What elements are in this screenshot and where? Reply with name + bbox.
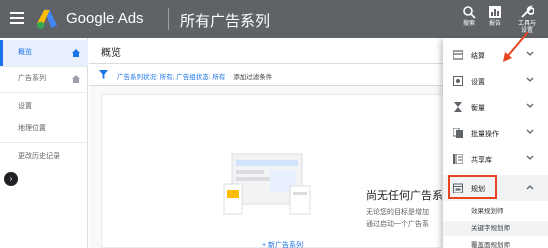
sidebar-item-label: 地理位置 [18, 125, 46, 132]
sidebar-item-locations[interactable]: 地理位置 [0, 116, 88, 142]
search-icon [463, 6, 476, 19]
tools-item-shared-library[interactable]: 共享库 [443, 146, 548, 172]
tools-dropdown-menu: 结算 设置 衡量 批量操作 共享库 规划 效果规划师 关键字规划师 覆盖面规划师 [443, 38, 548, 248]
sidebar-collapse-button[interactable]: › [4, 172, 18, 186]
planning-highlight-box [448, 175, 497, 199]
tools-item-billing[interactable]: 结算 [443, 42, 548, 68]
google-ads-logo [37, 9, 57, 29]
empty-state-title: 尚无任何广告系 [366, 190, 443, 202]
annotation-arrow-icon [503, 31, 529, 62]
chevron-down-icon [526, 155, 534, 160]
sidebar-item-change-history[interactable]: 更改历史记录 [0, 144, 88, 170]
tools-item-bulk-actions[interactable]: 批量操作 [443, 120, 548, 146]
page-title: 概览 [101, 48, 121, 59]
empty-state-description: 通过启动一个广告系 [366, 221, 429, 228]
home-icon [72, 75, 80, 83]
adgroup-status-label: 广告组状态: [176, 74, 211, 81]
tools-item-label: 批量操作 [471, 131, 499, 138]
search-button[interactable]: 搜索 [462, 5, 476, 28]
sidebar-item-campaigns[interactable]: 广告系列 [0, 66, 88, 92]
add-filter-link[interactable]: 添加过滤条件 [233, 74, 272, 81]
header-divider [168, 8, 169, 30]
chevron-right-icon: › [9, 174, 13, 183]
tools-item-label: 设置 [471, 79, 485, 86]
account-title[interactable]: 所有广告系列 [180, 10, 270, 31]
settings-icon [453, 76, 463, 86]
search-label: 搜索 [462, 21, 475, 27]
filter-chips[interactable]: 广告系列状况: 所有; 广告组状态: 所有 添加过滤条件 [117, 71, 272, 81]
campaign-status-value: 所有; [159, 74, 175, 81]
chevron-down-icon [526, 77, 534, 82]
sidebar-divider [0, 92, 88, 93]
report-icon [489, 6, 501, 18]
chevron-down-icon [526, 103, 534, 108]
tools-label-line1: 工具与 [517, 21, 536, 27]
report-label: 报告 [488, 21, 501, 27]
menu-icon[interactable] [10, 12, 24, 24]
billing-icon [453, 50, 463, 60]
bulk-actions-icon [453, 128, 463, 138]
sidebar-item-overview[interactable]: 概览 [0, 40, 88, 66]
tools-item-setup[interactable]: 设置 [443, 68, 548, 94]
shared-library-icon [453, 154, 463, 164]
tools-item-label: 共享库 [471, 157, 492, 164]
home-icon [72, 49, 80, 57]
top-header: Google Ads 所有广告系列 搜索 报告 工具与 设置 [0, 0, 548, 38]
sidebar-item-label: 更改历史记录 [18, 153, 60, 160]
chevron-down-icon [526, 129, 534, 134]
tools-item-label: 衡量 [471, 105, 485, 112]
sidebar-divider [0, 142, 88, 143]
sidebar-item-label: 概览 [18, 49, 32, 56]
empty-state-description: 无论您的目标是增加 [366, 209, 429, 216]
planning-sub-performance-planner[interactable]: 效果规划师 [443, 204, 548, 219]
sidebar-item-label: 广告系列 [18, 75, 46, 82]
filter-icon[interactable] [99, 70, 108, 79]
tools-item-label: 结算 [471, 53, 485, 60]
left-sidebar: 概览 广告系列 设置 地理位置 更改历史记录 [0, 38, 88, 248]
adgroup-status-value: 所有 [212, 74, 226, 81]
wrench-icon [521, 5, 534, 18]
report-button[interactable]: 报告 [488, 5, 502, 28]
sidebar-item-label: 设置 [18, 103, 32, 110]
tools-item-measurement[interactable]: 衡量 [443, 94, 548, 120]
planning-sub-keyword-planner[interactable]: 关键字规划师 [443, 221, 548, 236]
new-campaign-button[interactable]: + 新广告系列 [262, 240, 303, 248]
planning-sub-reach-planner[interactable]: 覆盖面规划师 [443, 238, 548, 248]
empty-state-illustration-icon [223, 153, 311, 215]
chevron-up-icon [526, 185, 534, 190]
app-title[interactable]: Google Ads [66, 10, 144, 27]
campaign-status-label: 广告系列状况: [117, 74, 158, 81]
measurement-icon [454, 102, 462, 112]
